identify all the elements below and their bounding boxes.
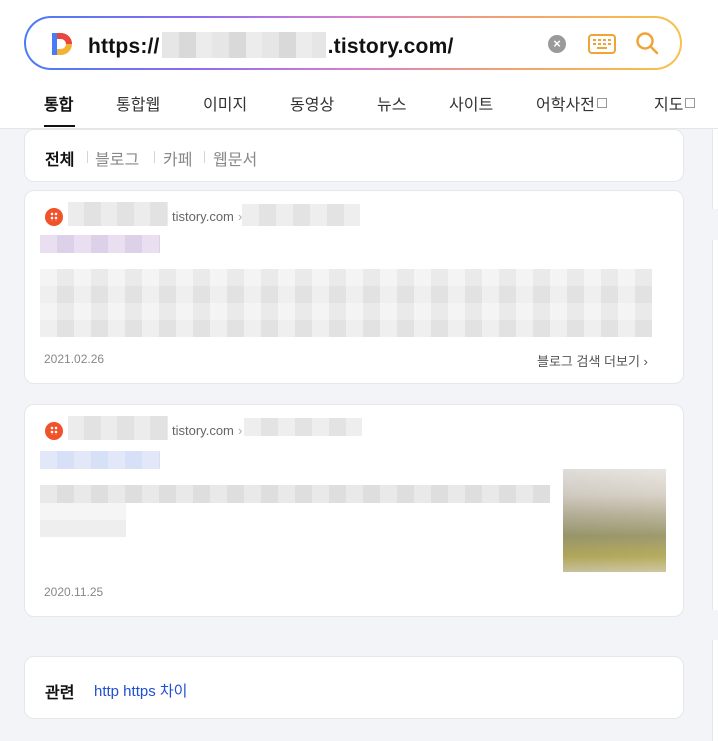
search-header: https:// .tistory.com/ × 통합 통합웹 이미지 동영상 뉴…	[0, 0, 718, 129]
tab-integrated-web[interactable]: 통합웹	[116, 91, 160, 115]
tab-dictionary[interactable]: 어학사전	[536, 91, 607, 115]
filter-bar: 전체 블로그 카페 웹문서	[24, 129, 684, 182]
blurred-result-title[interactable]	[40, 235, 160, 253]
filter-all[interactable]: 전체	[45, 146, 74, 170]
tab-map-label: 지도	[654, 97, 684, 114]
related-label: 관련	[45, 685, 75, 702]
tab-dictionary-label: 어학사전	[536, 97, 595, 114]
filter-blog[interactable]: 블로그	[95, 146, 139, 170]
filter-webdocs[interactable]: 웹문서	[213, 146, 257, 170]
keyboard-icon[interactable]	[588, 34, 616, 54]
search-input[interactable]: https:// .tistory.com/	[88, 32, 454, 59]
blurred-blog-name	[68, 416, 168, 440]
divider	[87, 151, 88, 163]
related-searches: 관련 http https 차이	[24, 656, 684, 719]
blurred-path	[244, 418, 362, 436]
chevron-right-icon: ›	[643, 354, 648, 369]
external-link-icon	[596, 98, 607, 108]
clear-icon[interactable]: ×	[548, 35, 566, 53]
related-search-link[interactable]: http https 차이	[94, 680, 187, 701]
tab-sites[interactable]: 사이트	[449, 91, 493, 115]
tab-integrated[interactable]: 통합	[44, 91, 73, 115]
chevron-right-icon: ›	[238, 423, 243, 438]
tab-images[interactable]: 이미지	[203, 91, 247, 115]
divider	[204, 151, 205, 163]
blurred-url-part	[161, 32, 326, 58]
result-domain[interactable]: tistory.com	[172, 209, 234, 224]
search-bar[interactable]: https:// .tistory.com/ ×	[24, 16, 682, 70]
side-panel-edge	[712, 240, 718, 610]
tab-videos[interactable]: 동영상	[290, 91, 334, 115]
blurred-path	[242, 204, 360, 226]
blurred-result-snippet	[40, 503, 126, 537]
blog-search-more-link[interactable]: 블로그 검색 더보기 ›	[537, 351, 648, 370]
search-icon[interactable]	[634, 30, 660, 56]
url-suffix: .tistory.com/	[327, 35, 454, 58]
blurred-result-snippet	[40, 269, 652, 337]
daum-logo-icon[interactable]	[48, 31, 74, 57]
result-date: 2020.11.25	[44, 585, 104, 599]
tistory-favicon-icon	[45, 208, 63, 226]
tistory-favicon-icon	[45, 422, 63, 440]
url-prefix: https://	[88, 35, 160, 58]
tab-news[interactable]: 뉴스	[377, 91, 406, 115]
search-result-card: tistory.com › 2020.11.25	[24, 404, 684, 617]
more-link-label: 블로그 검색 더보기	[537, 354, 640, 369]
blurred-result-snippet	[40, 485, 550, 503]
search-tabs: 통합 통합웹 이미지 동영상 뉴스 사이트 어학사전 지도	[0, 88, 718, 128]
blurred-result-title[interactable]	[40, 451, 160, 469]
active-tab-indicator	[44, 125, 75, 127]
search-result-card: tistory.com › 2021.02.26 블로그 검색 더보기 ›	[24, 190, 684, 384]
blurred-blog-name	[68, 202, 168, 226]
result-thumbnail[interactable]	[563, 469, 666, 572]
result-domain[interactable]: tistory.com	[172, 423, 234, 438]
side-panel-edge	[712, 129, 718, 209]
divider	[154, 151, 155, 163]
external-link-icon	[685, 98, 696, 108]
filter-cafe[interactable]: 카페	[163, 146, 192, 170]
result-date: 2021.02.26	[44, 352, 105, 366]
tab-map[interactable]: 지도	[654, 91, 696, 115]
side-panel-edge	[712, 640, 718, 741]
